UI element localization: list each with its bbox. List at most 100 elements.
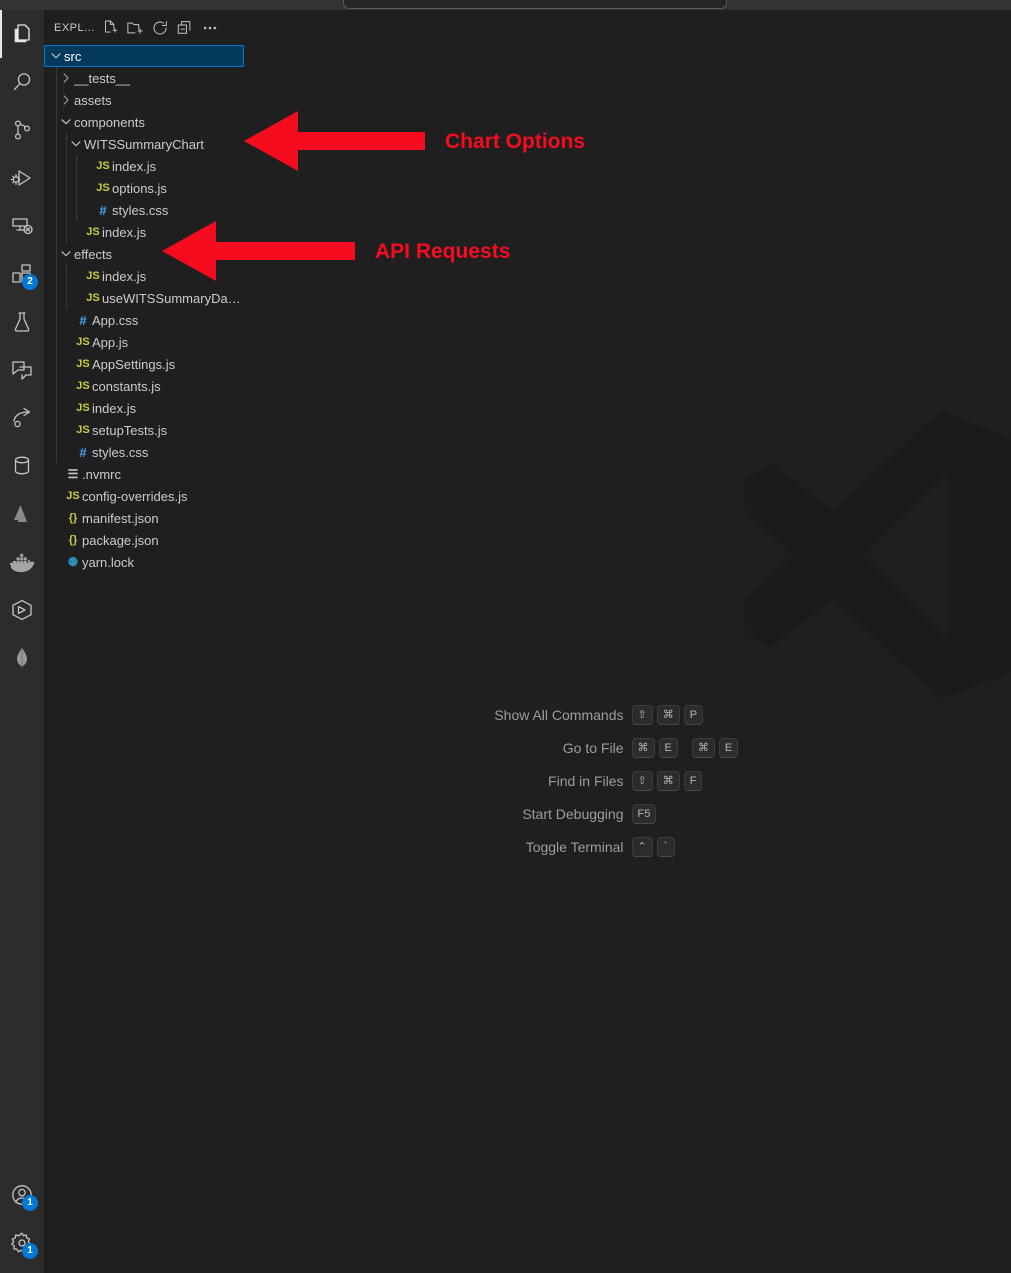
activity-bar-item-accounts[interactable]: 1 bbox=[0, 1171, 44, 1219]
tree-file-row[interactable]: JS options.js bbox=[44, 177, 244, 199]
watermark-command-label[interactable]: Go to File bbox=[364, 740, 624, 756]
search-icon bbox=[10, 70, 34, 94]
tree-file-row[interactable]: JS index.js bbox=[44, 155, 244, 177]
tree-item-label: index.js bbox=[92, 400, 137, 416]
file-tree[interactable]: src __tests__ assets components WITSSummaryC… bbox=[44, 45, 244, 573]
chevron-right-icon[interactable] bbox=[58, 67, 74, 89]
watermark-row: Toggle Terminal ⌃ ` bbox=[244, 837, 1011, 857]
activity-bar-item-mongodb[interactable] bbox=[0, 634, 44, 682]
activity-bar-item-explorer[interactable] bbox=[0, 10, 44, 58]
watermark-keybinding: ⇧ ⌘ F bbox=[631, 771, 892, 791]
activity-bar-item-remote-explorer[interactable] bbox=[0, 202, 44, 250]
tree-folder-row[interactable]: src bbox=[44, 45, 244, 67]
activity-bar-item-docker[interactable] bbox=[0, 538, 44, 586]
tree-folder-row[interactable]: __tests__ bbox=[44, 67, 244, 89]
watermark-row: Find in Files ⇧ ⌘ F bbox=[244, 771, 1011, 791]
tree-file-row[interactable]: ⚉ yarn.lock bbox=[44, 551, 244, 573]
tree-item-label: components bbox=[74, 114, 145, 130]
tree-file-row[interactable]: JS index.js bbox=[44, 265, 244, 287]
tree-folder-row[interactable]: effects bbox=[44, 243, 244, 265]
activity-bar-item-database[interactable] bbox=[0, 442, 44, 490]
activity-bar-item-azure[interactable] bbox=[0, 490, 44, 538]
tree-item-label: manifest.json bbox=[82, 510, 159, 526]
editor-empty-area: Show All Commands ⇧ ⌘ P Go to File ⌘ E ⌘ E Find i… bbox=[244, 10, 1011, 1273]
js-file-icon: JS bbox=[86, 270, 100, 282]
new-folder-button[interactable] bbox=[124, 17, 146, 39]
tree-file-row[interactable]: JS config-overrides.js bbox=[44, 485, 244, 507]
chevron-down-icon[interactable] bbox=[58, 243, 74, 265]
activity-bar-item-testing[interactable] bbox=[0, 298, 44, 346]
ellipsis-icon bbox=[201, 19, 219, 37]
keycap: ` bbox=[656, 837, 675, 857]
tree-file-row[interactable]: JS constants.js bbox=[44, 375, 244, 397]
tree-indent-guide bbox=[66, 133, 67, 243]
explorer-toolbar bbox=[99, 17, 221, 39]
tree-file-row[interactable]: # styles.css bbox=[44, 441, 244, 463]
tree-file-row[interactable]: {} package.json bbox=[44, 529, 244, 551]
docker-icon bbox=[9, 551, 35, 573]
css-file-icon: # bbox=[99, 202, 107, 218]
yarn-file-icon: ⚉ bbox=[67, 555, 79, 569]
collapse-all-icon bbox=[176, 19, 194, 37]
vscode-logo-watermark bbox=[733, 399, 1011, 699]
keycap: E bbox=[718, 738, 739, 758]
refresh-explorer-button[interactable] bbox=[149, 17, 171, 39]
keycap: F bbox=[683, 771, 703, 791]
activity-bar: 2 1 1 bbox=[0, 10, 44, 1273]
tree-item-label: AppSettings.js bbox=[92, 356, 176, 372]
keycap: ⌘ bbox=[656, 705, 680, 725]
activity-bar-item-live-share[interactable] bbox=[0, 394, 44, 442]
tree-file-row[interactable]: JS AppSettings.js bbox=[44, 353, 244, 375]
activity-bar-item-manage-settings[interactable]: 1 bbox=[0, 1219, 44, 1267]
cfg-file-icon: ☰ bbox=[67, 467, 79, 481]
editor-watermark: Show All Commands ⇧ ⌘ P Go to File ⌘ E ⌘ E Find i… bbox=[244, 705, 1011, 857]
activity-bar-item-run-and-debug[interactable] bbox=[0, 154, 44, 202]
tree-folder-row[interactable]: components bbox=[44, 111, 244, 133]
more-actions-button[interactable] bbox=[199, 17, 221, 39]
activity-bar-item-search[interactable] bbox=[0, 58, 44, 106]
tree-folder-row[interactable]: assets bbox=[44, 89, 244, 111]
chevron-down-icon[interactable] bbox=[58, 111, 74, 133]
tree-item-label: options.js bbox=[112, 180, 167, 196]
explorer-sidebar: EXPL... src __tests__ assets components WITS… bbox=[44, 10, 244, 1273]
tree-file-row[interactable]: # App.css bbox=[44, 309, 244, 331]
new-file-button[interactable] bbox=[99, 17, 121, 39]
keycap: ⇧ bbox=[631, 771, 653, 791]
tree-item-label: App.css bbox=[92, 312, 139, 328]
collapse-folders-button[interactable] bbox=[174, 17, 196, 39]
vscode-window: 2 1 1 EXPL... src __tests__ assets component… bbox=[0, 0, 1011, 1273]
tree-item-label: styles.css bbox=[112, 202, 169, 218]
tree-item-label: .nvmrc bbox=[82, 466, 121, 482]
quick-input-box[interactable] bbox=[343, 0, 727, 9]
chevron-down-icon[interactable] bbox=[48, 45, 64, 67]
js-file-icon: JS bbox=[76, 380, 90, 392]
js-file-icon: JS bbox=[86, 292, 100, 304]
tree-indent-guide bbox=[66, 265, 67, 309]
chevron-down-icon[interactable] bbox=[68, 133, 84, 155]
activity-bar-item-container-package[interactable] bbox=[0, 586, 44, 634]
chevron-right-icon[interactable] bbox=[58, 89, 74, 111]
watermark-command-label[interactable]: Toggle Terminal bbox=[364, 839, 624, 855]
tree-file-row[interactable]: JS App.js bbox=[44, 331, 244, 353]
activity-bar-item-comments[interactable] bbox=[0, 346, 44, 394]
watermark-command-label[interactable]: Find in Files bbox=[364, 773, 623, 789]
json-file-icon: {} bbox=[68, 512, 78, 524]
tree-item-label: useWITSSummaryData... bbox=[102, 290, 244, 306]
activity-bar-item-extensions[interactable]: 2 bbox=[0, 250, 44, 298]
watermark-command-label[interactable]: Start Debugging bbox=[364, 806, 623, 822]
tree-file-row[interactable]: ☰ .nvmrc bbox=[44, 463, 244, 485]
tree-file-row[interactable]: JS index.js bbox=[44, 221, 244, 243]
activity-bar-item-source-control[interactable] bbox=[0, 106, 44, 154]
tree-file-row[interactable]: JS setupTests.js bbox=[44, 419, 244, 441]
tree-file-row[interactable]: JS useWITSSummaryData... bbox=[44, 287, 244, 309]
tree-file-row[interactable]: # styles.css bbox=[44, 199, 244, 221]
run-debug-icon bbox=[10, 166, 34, 190]
keycap: ⌃ bbox=[631, 837, 653, 857]
tree-item-label: styles.css bbox=[92, 444, 149, 460]
tree-folder-row[interactable]: WITSSummaryChart bbox=[44, 133, 244, 155]
watermark-command-label[interactable]: Show All Commands bbox=[364, 707, 623, 723]
js-file-icon: JS bbox=[76, 336, 90, 348]
keycap: P bbox=[683, 705, 704, 725]
tree-file-row[interactable]: JS index.js bbox=[44, 397, 244, 419]
tree-file-row[interactable]: {} manifest.json bbox=[44, 507, 244, 529]
